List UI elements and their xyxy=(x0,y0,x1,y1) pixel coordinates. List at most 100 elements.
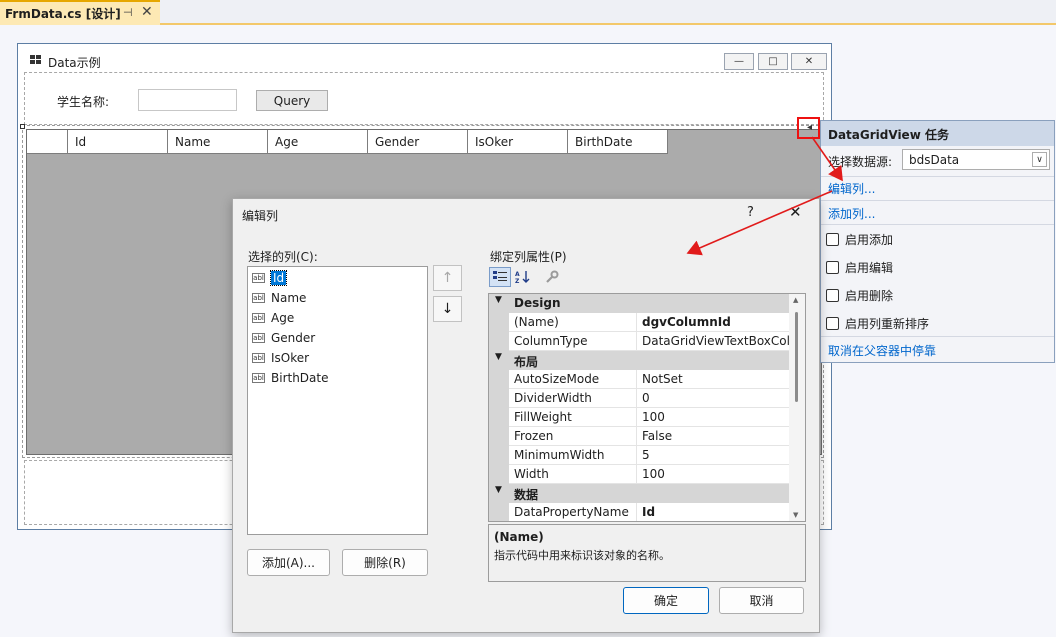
smart-tag-button[interactable]: ◂ xyxy=(797,117,820,139)
property-margin xyxy=(489,332,509,351)
student-name-input[interactable] xyxy=(138,89,237,111)
property-name: (Name) xyxy=(509,313,637,332)
grid-column-header-gender[interactable]: Gender xyxy=(368,130,468,154)
svg-text:Z: Z xyxy=(515,278,520,284)
list-item-label: Gender xyxy=(271,331,316,345)
close-tab-icon[interactable]: ✕ xyxy=(141,4,153,20)
document-tab[interactable]: FrmData.cs [设计] ⊣ ✕ xyxy=(0,0,160,25)
property-value[interactable]: NotSet xyxy=(637,370,789,389)
move-down-button[interactable]: ↓ xyxy=(433,296,462,322)
property-category-data[interactable]: ▼ 数据 xyxy=(489,484,789,503)
list-item[interactable]: abl IsOker xyxy=(252,349,309,367)
datasource-value: bdsData xyxy=(909,153,960,167)
property-row[interactable]: DataPropertyName Id xyxy=(489,503,789,521)
enable-deleting-checkbox[interactable]: 启用删除 xyxy=(826,287,893,304)
property-value[interactable]: Id xyxy=(637,503,789,521)
edit-columns-link[interactable]: 编辑列... xyxy=(828,180,875,197)
property-row[interactable]: MinimumWidth 5 xyxy=(489,446,789,465)
textbox-column-icon: abl xyxy=(252,273,265,283)
selection-handle[interactable] xyxy=(20,124,25,129)
list-item[interactable]: abl Age xyxy=(252,309,294,327)
checkbox-box[interactable] xyxy=(826,289,839,302)
property-value[interactable]: dgvColumnId xyxy=(637,313,789,332)
property-value[interactable]: 5 xyxy=(637,446,789,465)
selected-columns-list[interactable]: abl Id abl Name abl Age abl Gender abl I… xyxy=(247,266,428,535)
property-value[interactable]: 100 xyxy=(637,408,789,427)
property-value[interactable]: 0 xyxy=(637,389,789,408)
cancel-button[interactable]: 取消 xyxy=(719,587,804,614)
property-row[interactable]: AutoSizeMode NotSet xyxy=(489,370,789,389)
alphabetical-icon[interactable]: AZ xyxy=(512,267,534,287)
collapse-icon[interactable]: ▼ xyxy=(495,295,502,305)
grid-column-header-name[interactable]: Name xyxy=(168,130,268,154)
scroll-thumb[interactable] xyxy=(795,312,798,402)
enable-adding-checkbox[interactable]: 启用添加 xyxy=(826,231,893,248)
property-row[interactable]: FillWeight 100 xyxy=(489,408,789,427)
property-row[interactable]: (Name) dgvColumnId xyxy=(489,313,789,332)
smart-tag-arrow-icon: ◂ xyxy=(807,122,813,133)
enable-column-reorder-checkbox[interactable]: 启用列重新排序 xyxy=(826,315,929,332)
property-row[interactable]: Width 100 xyxy=(489,465,789,484)
property-value[interactable]: 100 xyxy=(637,465,789,484)
pin-icon[interactable]: ⊣ xyxy=(123,6,133,19)
help-icon[interactable]: ? xyxy=(747,205,754,220)
chevron-down-icon[interactable]: ∨ xyxy=(1032,152,1047,167)
property-row[interactable]: DividerWidth 0 xyxy=(489,389,789,408)
wrench-icon[interactable] xyxy=(541,267,563,287)
property-grid-scrollbar[interactable]: ▲ ▼ xyxy=(789,294,805,521)
datasource-combo[interactable]: bdsData ∨ xyxy=(902,149,1050,170)
scroll-up-icon[interactable]: ▲ xyxy=(793,296,798,304)
move-up-button[interactable]: ↑ xyxy=(433,265,462,291)
collapse-icon[interactable]: ▼ xyxy=(495,485,502,495)
grid-column-header-id[interactable]: Id xyxy=(68,130,168,154)
list-item-label: Age xyxy=(271,311,295,325)
ok-button[interactable]: 确定 xyxy=(623,587,709,614)
property-name: AutoSizeMode xyxy=(509,370,637,389)
add-column-link[interactable]: 添加列... xyxy=(828,205,875,222)
add-column-button[interactable]: 添加(A)... xyxy=(247,549,330,576)
checkbox-box[interactable] xyxy=(826,261,839,274)
textbox-column-icon: abl xyxy=(252,313,265,323)
checkbox-label: 启用列重新排序 xyxy=(845,317,930,331)
minimize-button[interactable]: — xyxy=(724,53,754,70)
tasks-title: DataGridView 任务 xyxy=(821,121,1054,146)
document-tab-strip: FrmData.cs [设计] ⊣ ✕ xyxy=(0,0,1056,25)
property-row[interactable]: Frozen False xyxy=(489,427,789,446)
list-item[interactable]: abl Id xyxy=(252,269,288,287)
datasource-label: 选择数据源: xyxy=(828,155,893,169)
categorized-icon[interactable] xyxy=(489,267,511,287)
list-item[interactable]: abl Name xyxy=(252,289,306,307)
grid-column-header-birthdate[interactable]: BirthDate xyxy=(568,130,668,154)
enable-editing-checkbox[interactable]: 启用编辑 xyxy=(826,259,893,276)
datagridview-tasks-panel: DataGridView 任务 选择数据源: bdsData ∨ 编辑列... … xyxy=(820,120,1055,363)
property-value[interactable]: False xyxy=(637,427,789,446)
scroll-down-icon[interactable]: ▼ xyxy=(793,511,798,519)
form-close-button[interactable]: ✕ xyxy=(791,53,827,70)
collapse-icon[interactable]: ▼ xyxy=(495,352,502,362)
grid-column-header-age[interactable]: Age xyxy=(268,130,368,154)
checkbox-label: 启用添加 xyxy=(845,233,894,247)
property-row[interactable]: ColumnType DataGridViewTextBoxColumn xyxy=(489,332,789,351)
property-name: DividerWidth xyxy=(509,389,637,408)
property-value[interactable]: DataGridViewTextBoxColumn xyxy=(637,332,789,351)
property-name: Width xyxy=(509,465,637,484)
grid-column-header-isoker[interactable]: IsOker xyxy=(468,130,568,154)
property-name: FillWeight xyxy=(509,408,637,427)
property-category-layout[interactable]: ▼ 布局 xyxy=(489,351,789,370)
list-item[interactable]: abl Gender xyxy=(252,329,315,347)
maximize-button[interactable]: □ xyxy=(758,53,788,70)
property-margin xyxy=(489,408,509,427)
query-button[interactable]: Query xyxy=(256,90,328,111)
property-grid[interactable]: ▼ Design (Name) dgvColumnId ColumnType D… xyxy=(488,293,806,522)
checkbox-box[interactable] xyxy=(826,233,839,246)
property-margin xyxy=(489,465,509,484)
undock-link[interactable]: 取消在父容器中停靠 xyxy=(828,342,936,359)
list-item[interactable]: abl BirthDate xyxy=(252,369,329,387)
tasks-divider xyxy=(821,224,1054,225)
remove-column-button[interactable]: 删除(R) xyxy=(342,549,428,576)
property-category-design[interactable]: ▼ Design xyxy=(489,294,789,313)
dialog-close-icon[interactable]: ✕ xyxy=(789,203,802,221)
description-title: (Name) xyxy=(494,530,544,544)
checkbox-box[interactable] xyxy=(826,317,839,330)
property-name: Frozen xyxy=(509,427,637,446)
